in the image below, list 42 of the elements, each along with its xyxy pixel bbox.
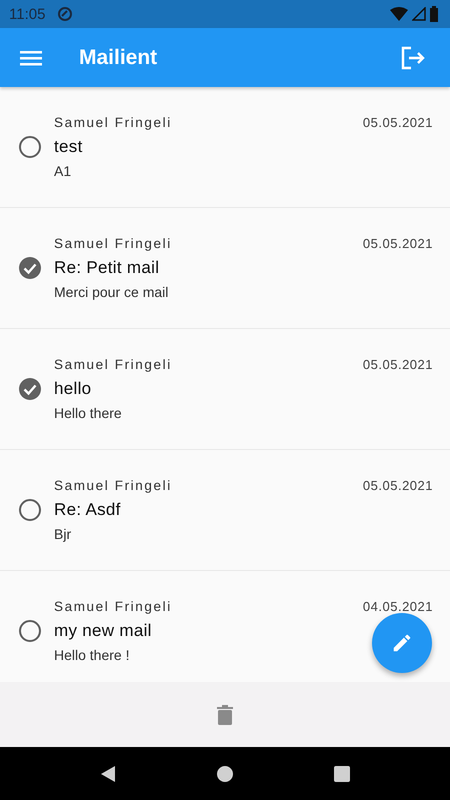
mail-preview: Hello there !: [54, 647, 130, 663]
logout-icon[interactable]: [400, 46, 426, 70]
mail-date: 04.05.2021: [362, 599, 433, 614]
mail-item[interactable]: Samuel Fringeli 05.05.2021 hello Hello there: [0, 329, 450, 450]
select-checkbox[interactable]: [18, 135, 42, 159]
compose-button[interactable]: [372, 613, 432, 673]
signal-icon: [412, 7, 426, 21]
mail-preview: Merci pour ce mail: [54, 284, 168, 300]
mail-item[interactable]: Samuel Fringeli 05.05.2021 Re: Asdf Bjr: [0, 450, 450, 571]
select-checkbox[interactable]: [18, 619, 42, 643]
trash-icon[interactable]: [217, 704, 233, 724]
mail-subject: Re: Petit mail: [54, 258, 160, 278]
mail-preview: A1: [54, 163, 72, 179]
select-checkbox[interactable]: [18, 256, 42, 280]
back-icon[interactable]: [99, 764, 118, 782]
sender-name: Samuel Fringeli: [54, 357, 172, 372]
mail-subject: Re: Asdf: [54, 500, 121, 520]
mail-item[interactable]: Samuel Fringeli 05.05.2021 test A1: [0, 87, 450, 208]
mail-item[interactable]: Samuel Fringeli 05.05.2021 Re: Petit mail Merci pour ce mail: [0, 208, 450, 329]
home-icon[interactable]: [216, 764, 234, 782]
app-title: Mailient: [79, 46, 158, 70]
sender-name: Samuel Fringeli: [54, 115, 172, 130]
mail-preview: Bjr: [54, 526, 72, 542]
mail-date: 05.05.2021: [362, 478, 433, 493]
mail-preview: Hello there: [54, 405, 122, 421]
mail-date: 05.05.2021: [362, 115, 433, 130]
wifi-icon: [390, 7, 408, 21]
sender-name: Samuel Fringeli: [54, 599, 172, 614]
mail-date: 05.05.2021: [362, 236, 433, 251]
pencil-icon: [391, 632, 413, 654]
mail-subject: hello: [54, 379, 92, 399]
mail-subject: test: [54, 137, 83, 157]
battery-icon: [430, 6, 438, 22]
menu-icon[interactable]: [20, 50, 42, 66]
sender-name: Samuel Fringeli: [54, 236, 172, 251]
sender-name: Samuel Fringeli: [54, 478, 172, 493]
mail-subject: my new mail: [54, 621, 152, 641]
select-checkbox[interactable]: [18, 377, 42, 401]
mail-date: 05.05.2021: [362, 357, 433, 372]
status-time: 11:05: [9, 6, 46, 22]
select-checkbox[interactable]: [18, 498, 42, 522]
recents-icon[interactable]: [332, 764, 351, 782]
